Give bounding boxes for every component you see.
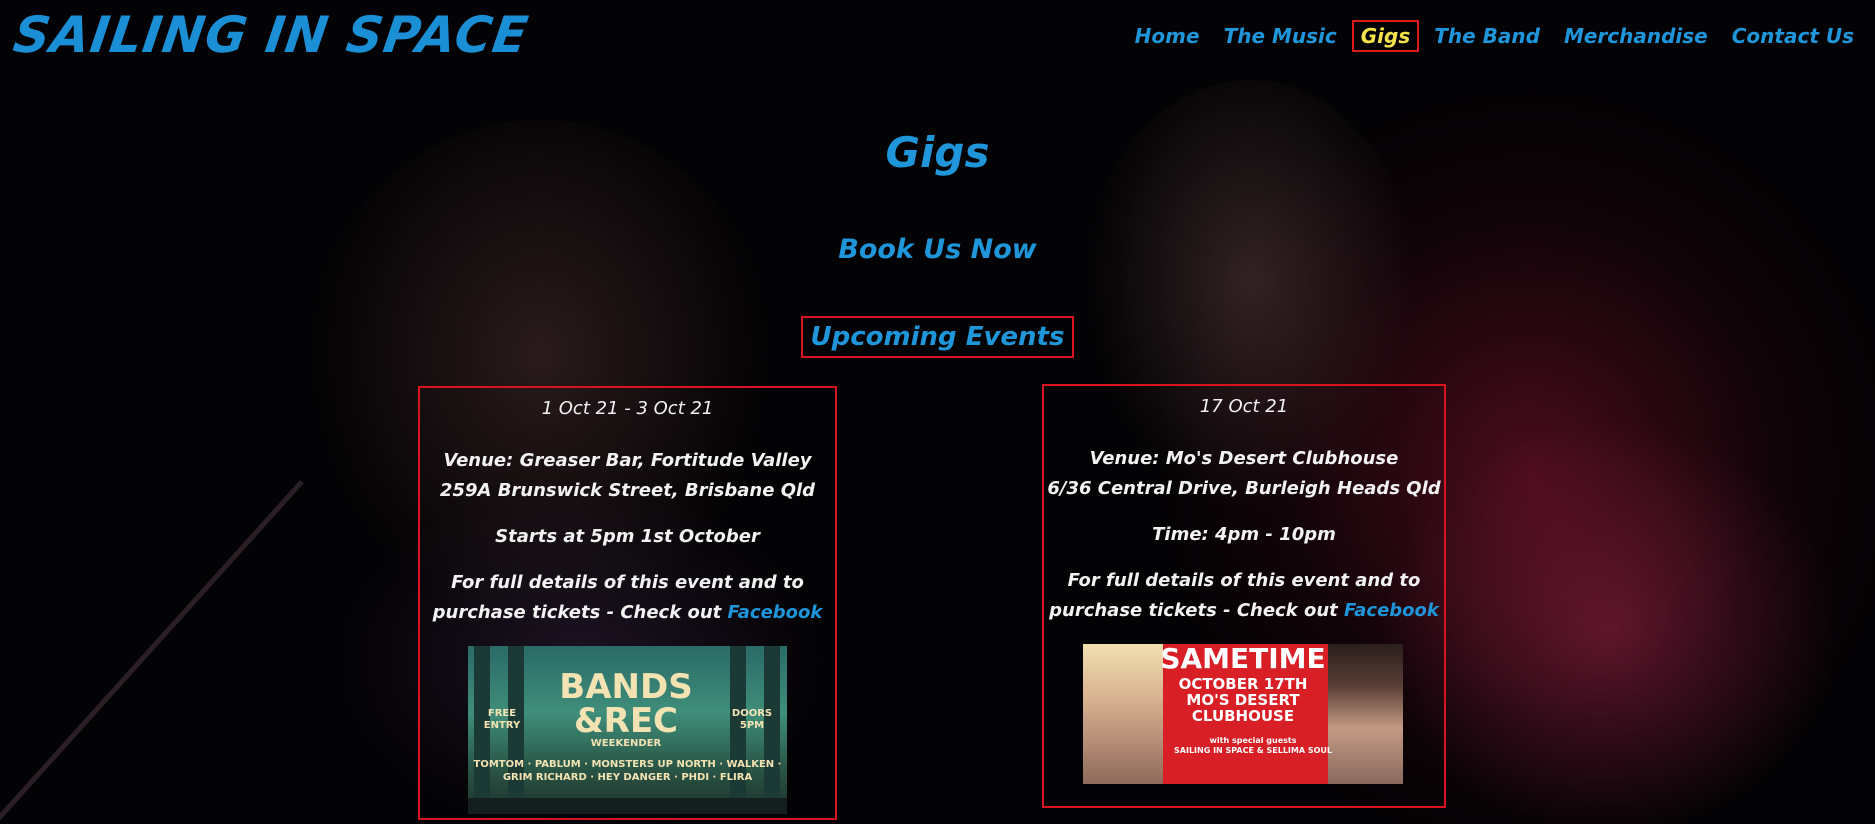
facebook-link[interactable]: Facebook	[728, 602, 823, 623]
facebook-link[interactable]: Facebook	[1344, 600, 1439, 621]
poster-venue-line: CLUBHOUSE	[1191, 707, 1295, 725]
poster-venue-line: MO'S DESERT	[1186, 691, 1300, 709]
poster-guests-names: SAILING IN SPACE & SELLIMA SOUL	[1174, 746, 1332, 755]
event-details-text: purchase tickets - Check out	[1049, 600, 1338, 621]
upcoming-events-wrap: Upcoming Events	[0, 316, 1875, 358]
event-address: 259A Brunswick Street, Brisbane Qld	[439, 480, 816, 501]
event-address: 6/36 Central Drive, Burleigh Heads Qld	[1047, 478, 1441, 499]
nav-contact-us[interactable]: Contact Us	[1723, 20, 1863, 52]
event-details-line: For full details of this event and to	[1067, 570, 1421, 591]
nav-gigs[interactable]: Gigs	[1351, 20, 1420, 52]
poster-details: OCTOBER 17TH MO'S DESERT CLUBHOUSE	[1163, 676, 1323, 724]
nav-home[interactable]: Home	[1126, 20, 1209, 52]
event-time: Starts at 5pm 1st October	[495, 526, 760, 547]
upcoming-events-heading[interactable]: Upcoming Events	[800, 316, 1075, 358]
poster-sponsor-bar	[468, 798, 787, 814]
event-card: 17 Oct 21 Venue: Mo's Desert Clubhouse 6…	[1042, 384, 1446, 808]
event-poster-image[interactable]: BANDS &REC WEEKENDER FREE ENTRY DOORS 5P…	[468, 646, 787, 814]
poster-headline: SAMETIME	[1160, 644, 1326, 675]
event-card: 1 Oct 21 - 3 Oct 21 Venue: Greaser Bar, …	[418, 386, 837, 820]
event-date: 17 Oct 21	[1199, 396, 1289, 417]
event-time: Time: 4pm - 10pm	[1152, 524, 1336, 545]
event-details-text: purchase tickets - Check out	[432, 602, 722, 623]
book-us-now-link-wrap: Book Us Now	[0, 234, 1875, 265]
poster-title: BANDS &REC WEEKENDER	[556, 670, 696, 750]
site-logo[interactable]: SAILING IN SPACE	[10, 6, 532, 64]
poster-title-line: &REC	[573, 701, 678, 741]
mic-stand	[0, 480, 304, 824]
event-date: 1 Oct 21 - 3 Oct 21	[541, 398, 714, 419]
nav-the-band[interactable]: The Band	[1425, 20, 1549, 52]
poster-guests-label: with special guests	[1209, 736, 1297, 745]
event-poster-image[interactable]: SAMETIME OCTOBER 17TH MO'S DESERT CLUBHO…	[1083, 644, 1403, 784]
poster-guests: with special guests SAILING IN SPACE & S…	[1163, 736, 1343, 756]
stage-light-glow	[1380, 420, 1840, 824]
main-nav: Home The Music Gigs The Band Merchandise…	[1126, 20, 1863, 52]
event-venue: Venue: Greaser Bar, Fortitude Valley	[443, 450, 812, 471]
nav-merchandise[interactable]: Merchandise	[1555, 20, 1717, 52]
poster-badge-left: FREE ENTRY	[483, 708, 521, 731]
poster-badge-right: DOORS 5PM	[731, 708, 773, 731]
page-title: Gigs	[885, 128, 990, 177]
nav-the-music[interactable]: The Music	[1215, 20, 1346, 52]
hero-background-photo	[0, 0, 1875, 824]
book-us-now-link[interactable]: Book Us Now	[838, 234, 1037, 265]
event-venue: Venue: Mo's Desert Clubhouse	[1089, 448, 1399, 469]
event-details-line: purchase tickets - Check out Facebook	[420, 598, 835, 628]
event-details-line: For full details of this event and to	[451, 572, 804, 593]
poster-title-line: BANDS	[559, 667, 693, 707]
event-details-line: purchase tickets - Check out Facebook	[1044, 596, 1444, 626]
poster-date: OCTOBER 17TH	[1178, 675, 1308, 693]
poster-lineup: TOMTOM · PABLUM · MONSTERS UP NORTH · WA…	[473, 759, 782, 783]
